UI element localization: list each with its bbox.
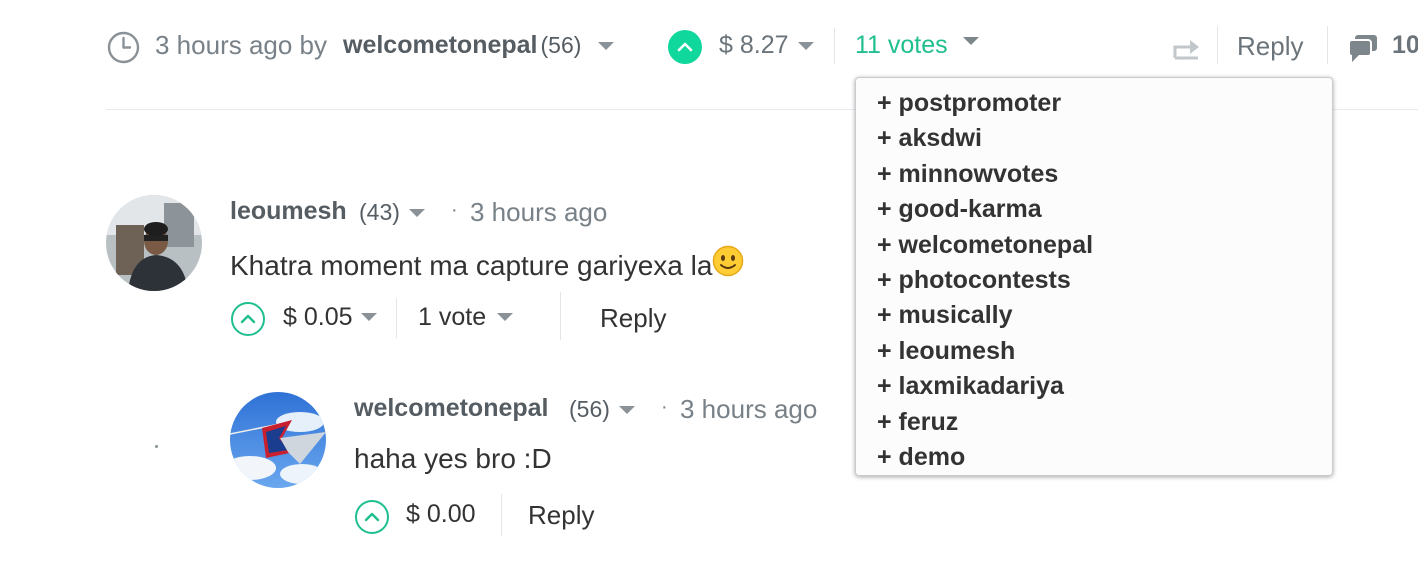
voter-item[interactable]: + laxmikadariya	[877, 369, 1332, 404]
author-menu-chevron-icon[interactable]	[598, 42, 614, 50]
comment-votes-toggle[interactable]: 1 vote	[418, 303, 486, 332]
voter-item[interactable]: + minnowvotes	[877, 157, 1332, 192]
voter-item[interactable]: + postpromoter	[877, 86, 1332, 121]
avatar[interactable]	[230, 392, 326, 488]
voter-item[interactable]: + welcometonepal	[877, 228, 1332, 263]
reblog-icon[interactable]	[1172, 34, 1200, 65]
post-reply-button[interactable]: Reply	[1237, 31, 1303, 62]
voter-item[interactable]: + feruz	[877, 405, 1332, 440]
upvote-icon	[677, 42, 693, 52]
post-votes-toggle[interactable]: 11 votes	[855, 31, 948, 60]
divider	[834, 28, 835, 64]
upvote-icon	[364, 512, 380, 522]
post-author-link[interactable]: welcometonepal (56)	[343, 31, 581, 60]
comment-body: haha yes bro :D	[354, 443, 552, 474]
comment-payout[interactable]: $ 0.05	[283, 303, 353, 332]
comment-author[interactable]: welcometonepal	[354, 394, 549, 423]
thread-dot	[155, 445, 158, 448]
payout-chevron-icon[interactable]	[798, 42, 814, 50]
divider	[1217, 26, 1218, 64]
post-author[interactable]: welcometonepal	[343, 31, 538, 59]
voter-item[interactable]: + leoumesh	[877, 334, 1332, 369]
comment-body-text: Khatra moment ma capture gariyexa la	[230, 250, 713, 281]
comments-count[interactable]: 10	[1392, 31, 1418, 60]
votes-chevron-icon[interactable]	[497, 313, 513, 321]
author-menu-chevron-icon[interactable]	[619, 406, 635, 414]
upvote-button[interactable]	[355, 500, 389, 534]
separator-dot: ·	[661, 396, 668, 418]
clock-icon	[107, 31, 140, 69]
comment-author-reputation: (43)	[359, 199, 400, 225]
smiley-emoji-icon	[712, 245, 744, 284]
comment-reply-button[interactable]: Reply	[528, 500, 594, 531]
comment-body: Khatra moment ma capture gariyexa la	[230, 245, 744, 284]
post-payout[interactable]: $ 8.27	[719, 31, 789, 60]
voter-item[interactable]: + aksdwi	[877, 121, 1332, 156]
comment-time: 3 hours ago	[680, 394, 818, 424]
upvote-icon	[240, 314, 256, 324]
voters-dropdown: + postpromoter + aksdwi + minnowvotes + …	[855, 77, 1333, 476]
post-author-reputation: (56)	[540, 32, 582, 58]
avatar[interactable]	[106, 195, 202, 291]
comment-reply-button[interactable]: Reply	[600, 303, 666, 334]
comment-payout[interactable]: $ 0.00	[406, 500, 476, 529]
divider	[1327, 26, 1328, 64]
voter-item[interactable]: + demo	[877, 440, 1332, 475]
payout-chevron-icon[interactable]	[361, 313, 377, 321]
divider	[560, 292, 561, 340]
comments-icon[interactable]	[1347, 33, 1379, 68]
voter-item[interactable]: + musically	[877, 298, 1332, 333]
comment-author[interactable]: leoumesh	[230, 197, 347, 226]
upvote-button[interactable]	[231, 302, 265, 336]
divider	[396, 298, 397, 338]
voter-item[interactable]: + good-karma	[877, 192, 1332, 227]
upvote-button[interactable]	[668, 30, 702, 64]
separator-dot: ·	[451, 199, 458, 221]
author-menu-chevron-icon[interactable]	[409, 209, 425, 217]
divider	[501, 494, 502, 536]
post-time: 3 hours ago by	[155, 30, 328, 60]
comment-time: 3 hours ago	[470, 197, 608, 227]
voter-item[interactable]: + photocontests	[877, 263, 1332, 298]
comment-author-reputation: (56)	[569, 396, 610, 422]
votes-chevron-icon[interactable]	[963, 37, 979, 45]
